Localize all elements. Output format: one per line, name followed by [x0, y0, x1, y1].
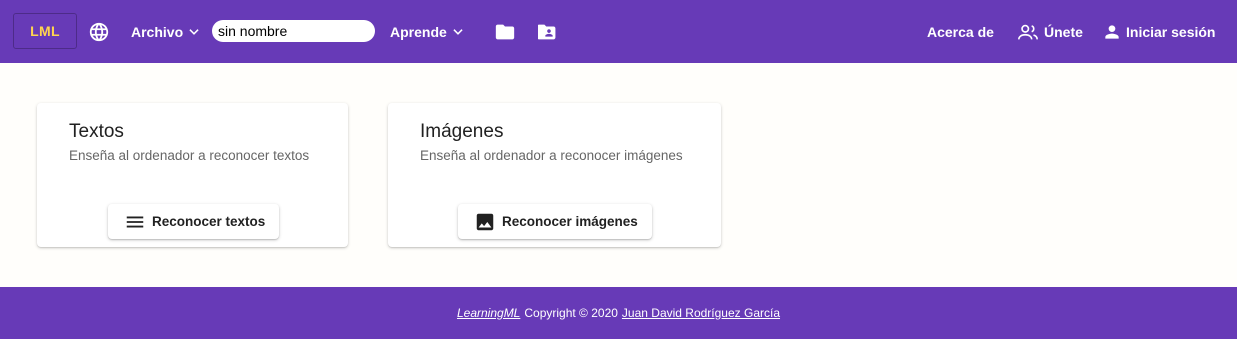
button-label: Reconocer textos [152, 214, 266, 229]
recognize-images-button[interactable]: Reconocer imágenes [458, 204, 652, 239]
lines-icon [126, 216, 144, 227]
author-link[interactable]: Juan David Rodríguez García [622, 306, 780, 320]
text-card: Textos Enseña al ordenador a reconocer t… [37, 103, 348, 247]
person-icon [1105, 25, 1119, 39]
recognize-texts-button[interactable]: Reconocer textos [108, 204, 280, 239]
learn-menu[interactable]: Aprende [390, 21, 465, 43]
join-label: Únete [1044, 24, 1083, 40]
copyright-text: Copyright © 2020 [524, 306, 618, 320]
about-link[interactable]: Acerca de [927, 21, 994, 43]
folder-icon[interactable] [494, 21, 516, 43]
file-menu-label: Archivo [131, 24, 184, 40]
learn-menu-label: Aprende [390, 24, 447, 40]
login-button[interactable]: Iniciar sesión [1102, 21, 1215, 43]
image-icon [476, 213, 494, 230]
file-menu[interactable]: Archivo [131, 21, 201, 43]
footer: LearningML Copyright © 2020 Juan David R… [0, 287, 1237, 339]
people-icon [1018, 24, 1038, 40]
top-app-bar: LML Archivo Aprende Acerca de Únete Inic… [0, 0, 1237, 63]
globe-icon[interactable] [88, 21, 110, 43]
app-name-link[interactable]: LearningML [457, 306, 520, 320]
about-label: Acerca de [927, 24, 994, 40]
card-title: Textos [69, 121, 124, 142]
project-name-input[interactable] [212, 20, 375, 42]
folder-account-icon[interactable] [538, 21, 560, 43]
join-button[interactable]: Únete [1016, 21, 1083, 43]
card-subtitle: Enseña al ordenador a reconocer imágenes [420, 148, 683, 163]
card-subtitle: Enseña al ordenador a reconocer textos [69, 148, 310, 163]
logo-button[interactable]: LML [13, 13, 77, 49]
button-label: Reconocer imágenes [502, 214, 638, 229]
card-title: Imágenes [420, 121, 504, 142]
login-label: Iniciar sesión [1126, 24, 1216, 40]
image-card: Imágenes Enseña al ordenador a reconocer… [388, 103, 721, 247]
chevron-down-icon [453, 29, 463, 35]
chevron-down-icon [189, 29, 199, 35]
